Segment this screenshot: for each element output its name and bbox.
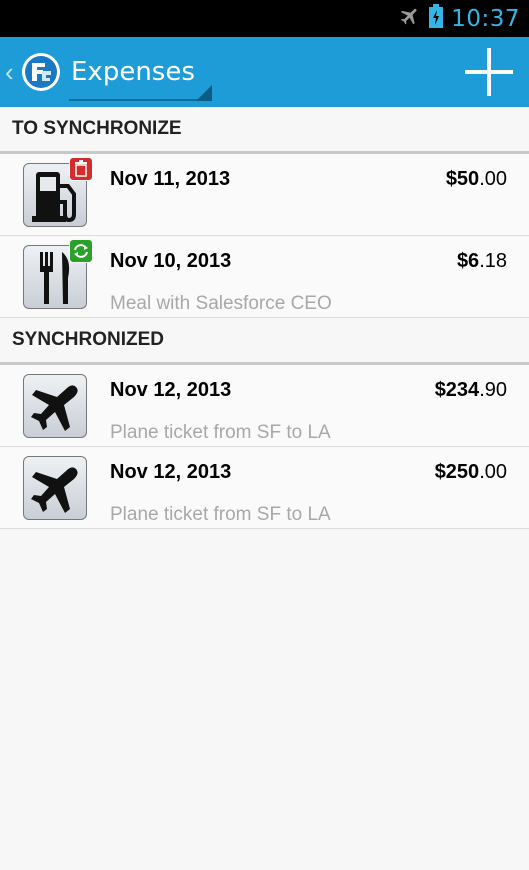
amount-whole: $6 bbox=[456, 250, 480, 272]
back-caret-icon[interactable]: ‹ bbox=[5, 57, 19, 88]
amount-whole: $234 bbox=[434, 379, 480, 401]
section-header-to-sync: TO SYNCHRONIZE bbox=[0, 107, 529, 154]
expense-amount: $234.90 bbox=[435, 379, 507, 402]
airplane-icon bbox=[23, 374, 87, 438]
plus-icon-vertical bbox=[487, 48, 491, 96]
page-title: Expenses bbox=[71, 57, 195, 87]
expense-date: Nov 12, 2013 bbox=[110, 461, 232, 483]
amount-fraction: .00 bbox=[479, 168, 507, 190]
expense-date: Nov 10, 2013 bbox=[110, 250, 232, 272]
app-logo-icon[interactable] bbox=[21, 52, 61, 92]
airplane-mode-icon bbox=[399, 5, 421, 32]
list-item[interactable]: Nov 10, 2013 $6.18 Meal with Salesforce … bbox=[0, 236, 529, 318]
expense-date: Nov 12, 2013 bbox=[110, 379, 232, 401]
expense-amount: $50.00 bbox=[446, 168, 507, 191]
view-selector-spinner[interactable]: Expenses bbox=[69, 37, 221, 107]
sync-badge-icon[interactable] bbox=[69, 239, 93, 263]
amount-fraction: .90 bbox=[479, 379, 507, 401]
expense-description: Plane ticket from SF to LA bbox=[110, 422, 331, 443]
status-clock: 10:37 bbox=[451, 5, 520, 32]
section-header-synced: SYNCHRONIZED bbox=[0, 318, 529, 365]
battery-charging-icon bbox=[429, 4, 444, 33]
spinner-underline bbox=[69, 99, 210, 101]
expense-date: Nov 11, 2013 bbox=[110, 168, 231, 190]
action-bar: ‹ Expenses bbox=[0, 37, 529, 107]
amount-fraction: .00 bbox=[479, 461, 507, 483]
trash-badge-icon[interactable] bbox=[69, 157, 93, 181]
expense-amount: $6.18 bbox=[457, 250, 507, 273]
amount-fraction: .18 bbox=[479, 250, 507, 272]
list-item[interactable]: Nov 11, 2013 $50.00 bbox=[0, 154, 529, 236]
list-item[interactable]: Nov 12, 2013 $250.00 Plane ticket from S… bbox=[0, 447, 529, 529]
amount-whole: $50 bbox=[445, 168, 480, 190]
expense-description: Meal with Salesforce CEO bbox=[110, 293, 332, 314]
expense-description: Plane ticket from SF to LA bbox=[110, 504, 331, 525]
spinner-corner-icon bbox=[196, 85, 212, 101]
expense-amount: $250.00 bbox=[435, 461, 507, 484]
airplane-icon bbox=[23, 456, 87, 520]
list-item[interactable]: Nov 12, 2013 $234.90 Plane ticket from S… bbox=[0, 365, 529, 447]
add-expense-button[interactable] bbox=[465, 48, 513, 96]
amount-whole: $250 bbox=[434, 461, 480, 483]
status-bar: 10:37 bbox=[0, 0, 529, 37]
